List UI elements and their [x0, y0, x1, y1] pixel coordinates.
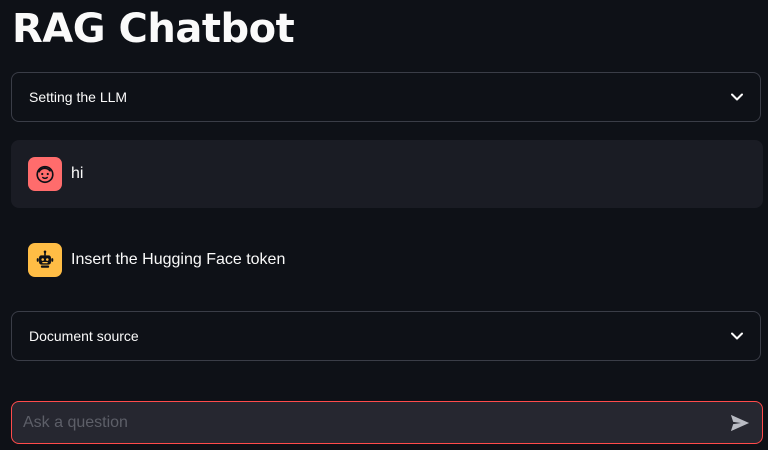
chat-message-user: hi [11, 140, 763, 208]
chat-message-text: hi [71, 165, 84, 182]
page-title: RAG Chatbot [12, 6, 295, 52]
chat-message-text: Insert the Hugging Face token [71, 251, 286, 268]
chat-message-assistant: Insert the Hugging Face token [11, 226, 763, 294]
chevron-down-icon [730, 90, 744, 104]
llm-settings-expander[interactable]: Setting the LLM [11, 72, 761, 122]
document-source-expander-label: Document source [29, 328, 139, 344]
llm-settings-expander-label: Setting the LLM [29, 89, 128, 105]
chevron-down-icon [730, 329, 744, 343]
send-icon[interactable] [728, 411, 752, 435]
user-face-icon [28, 157, 62, 191]
chat-input-container [11, 401, 763, 444]
document-source-expander[interactable]: Document source [11, 311, 761, 361]
chat-input[interactable] [21, 412, 728, 433]
robot-icon [28, 243, 62, 277]
